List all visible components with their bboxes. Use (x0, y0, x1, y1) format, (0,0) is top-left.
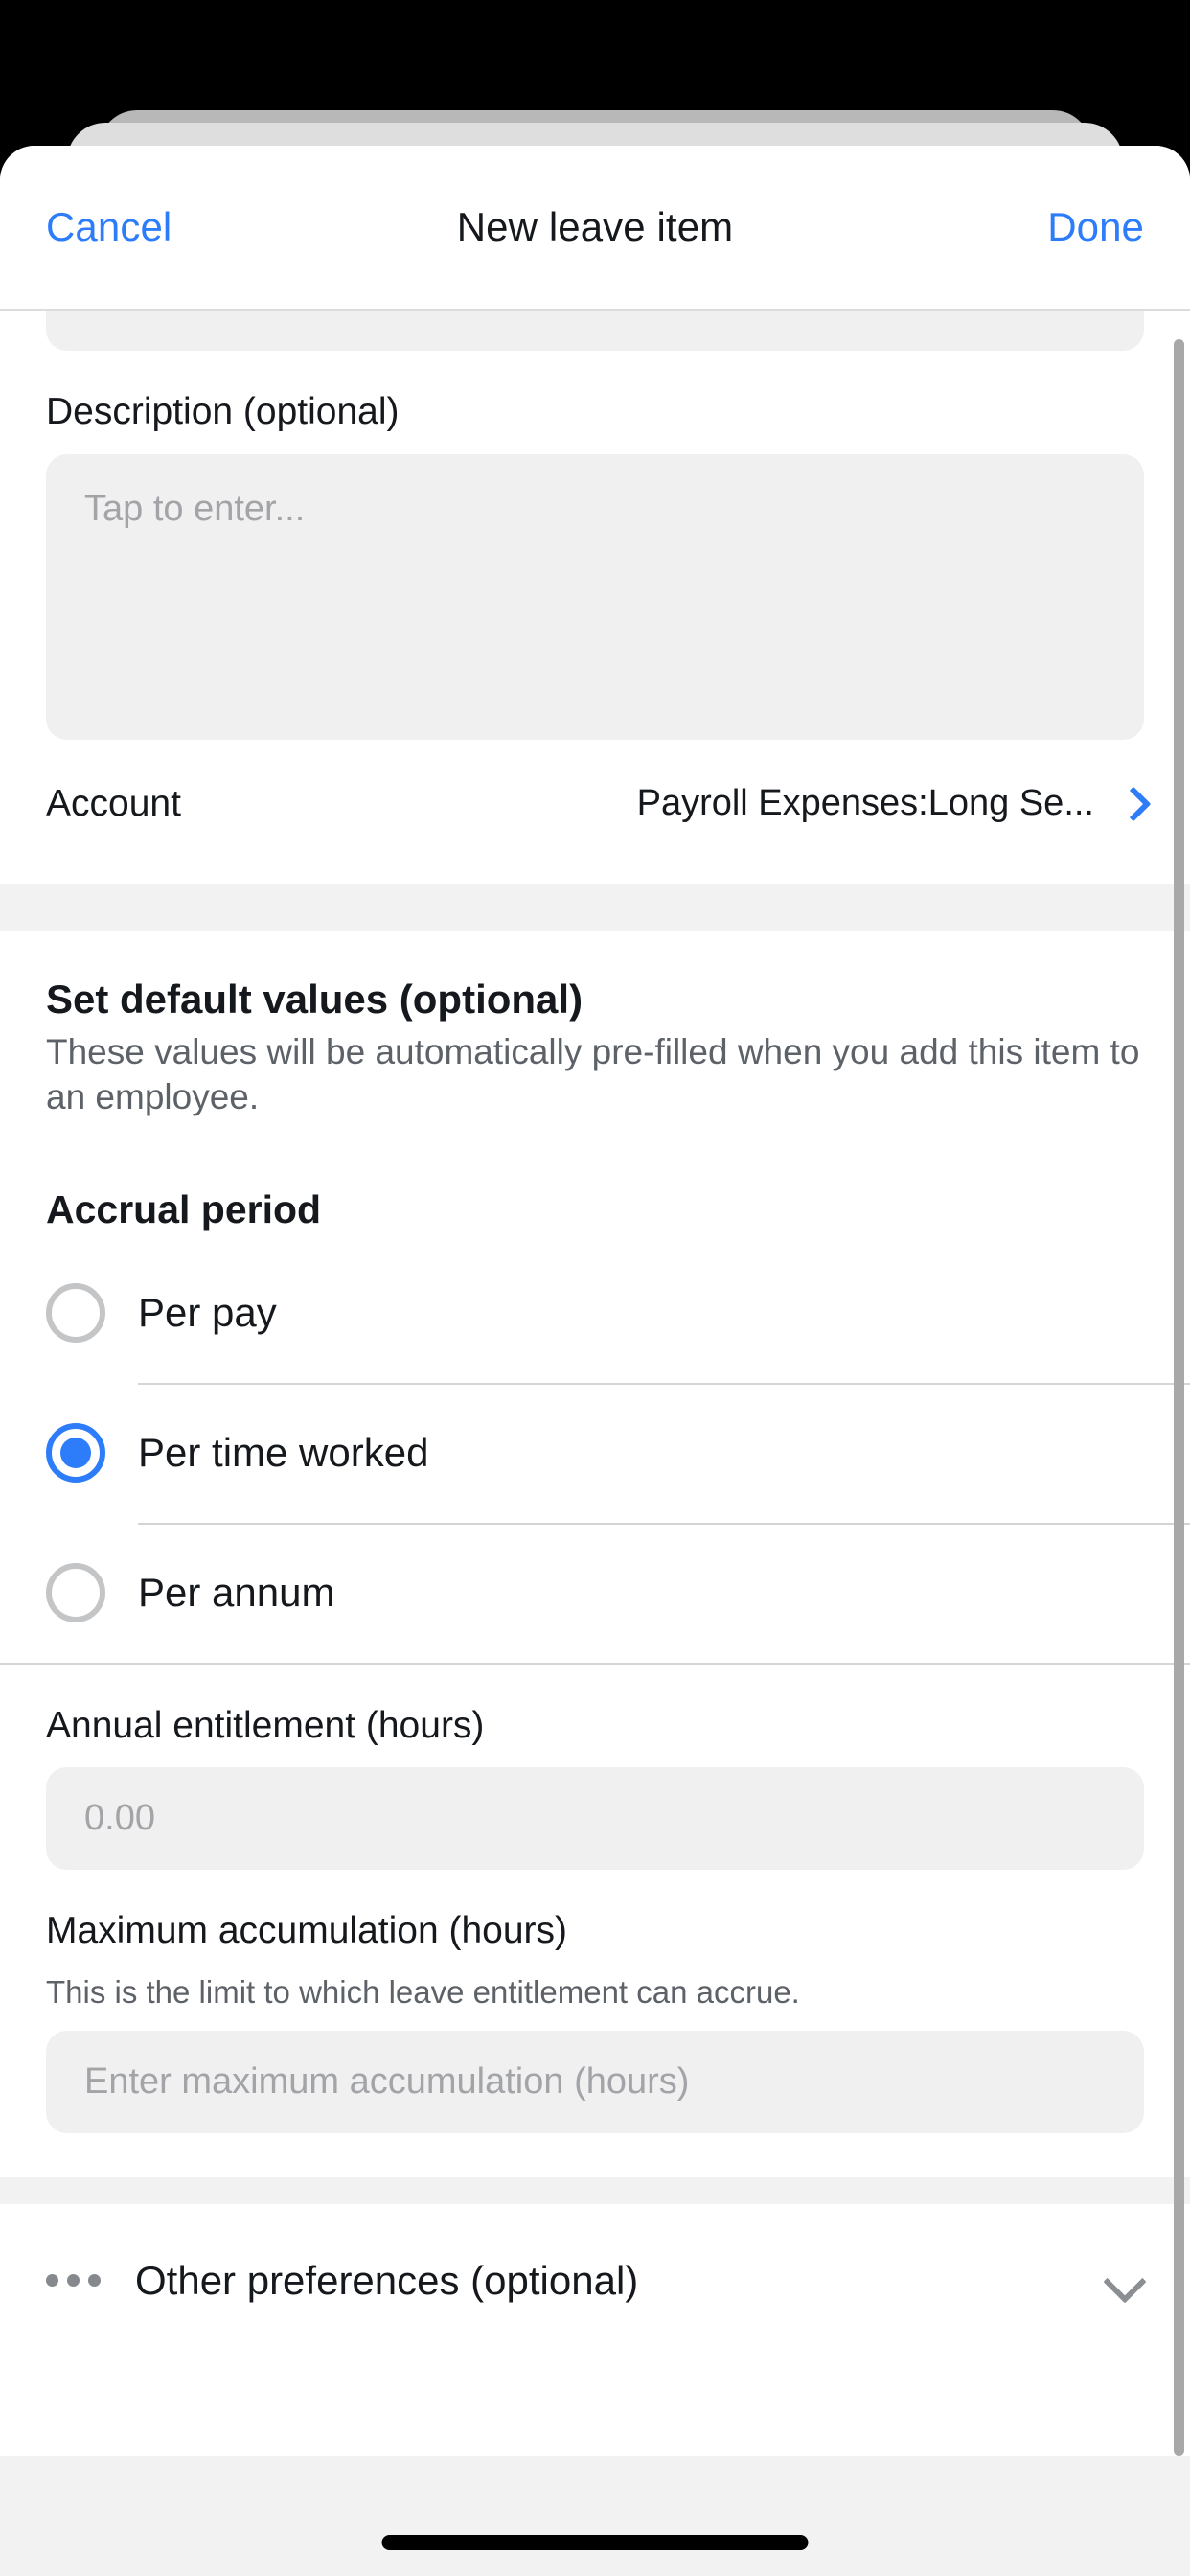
default-values-group: Set default values (optional) These valu… (0, 931, 1190, 2177)
other-preferences-row[interactable]: Other preferences (optional) (0, 2203, 1190, 2358)
radio-icon-per-annum (46, 1562, 105, 1622)
radio-label-per-time-worked: Per time worked (138, 1429, 429, 1475)
clipped-name-field[interactable] (46, 310, 1144, 351)
chevron-right-icon (1119, 784, 1144, 824)
group-bottom-padding (0, 2133, 1190, 2177)
radio-option-per-annum[interactable]: Per annum (0, 1522, 1190, 1663)
other-preferences-label: Other preferences (optional) (135, 2257, 639, 2303)
home-indicator (381, 2535, 809, 2550)
more-dots-icon (46, 2274, 101, 2288)
accrual-period-title: Accrual period (46, 1187, 322, 1232)
maximum-accumulation-input[interactable] (46, 2030, 1144, 2133)
default-values-title: Set default values (optional) (46, 976, 584, 1022)
description-input[interactable] (46, 453, 1144, 740)
vertical-scrollbar[interactable] (1174, 339, 1184, 2456)
group-separator-2 (0, 2176, 1190, 2204)
details-group: Description (optional) Account Payroll E… (0, 310, 1190, 884)
account-row[interactable]: Account Payroll Expenses:Long Se... (0, 739, 1190, 884)
cancel-button[interactable]: Cancel (46, 207, 172, 247)
default-values-description: These values will be automatically pre-f… (46, 1032, 1140, 1116)
description-label: Description (optional) (46, 391, 400, 432)
default-values-header: Set default values (optional) These valu… (0, 932, 1190, 1145)
group-separator-1 (0, 883, 1190, 932)
radio-label-per-annum: Per annum (138, 1569, 335, 1615)
annual-entitlement-block: Annual entitlement (hours) (0, 1665, 1190, 1871)
maximum-accumulation-block: Maximum accumulation (hours) This is the… (0, 1870, 1190, 2133)
navigation-bar: Cancel New leave item Done (0, 146, 1190, 310)
device-screen: Cancel New leave item Done Description (… (0, 0, 1190, 2576)
bottom-safe-area (0, 2456, 1190, 2576)
description-field-block: Description (optional) (0, 351, 1190, 740)
account-label: Account (46, 782, 181, 824)
radio-option-per-time-worked[interactable]: Per time worked (0, 1382, 1190, 1523)
radio-option-per-pay[interactable]: Per pay (0, 1243, 1190, 1383)
radio-label-per-pay: Per pay (138, 1289, 277, 1335)
account-value: Payroll Expenses:Long Se... (636, 783, 1094, 824)
maximum-accumulation-label: Maximum accumulation (hours) (46, 1910, 568, 1952)
page-title: New leave item (456, 204, 734, 249)
annual-entitlement-label: Annual entitlement (hours) (46, 1704, 485, 1746)
chevron-down-icon (1104, 2266, 1146, 2295)
annual-entitlement-input[interactable] (46, 1767, 1144, 1871)
maximum-accumulation-hint: This is the limit to which leave entitle… (46, 1974, 800, 2011)
radio-icon-per-time-worked (46, 1422, 105, 1483)
accrual-period-options: Per pay Per time worked Per annum (0, 1242, 1190, 1663)
done-button[interactable]: Done (1047, 207, 1144, 247)
modal-sheet: Cancel New leave item Done Description (… (0, 146, 1190, 2576)
other-preferences-group: Other preferences (optional) (0, 2203, 1190, 2358)
radio-icon-per-pay (46, 1282, 105, 1343)
form-scroll-area[interactable]: Description (optional) Account Payroll E… (0, 310, 1190, 2456)
